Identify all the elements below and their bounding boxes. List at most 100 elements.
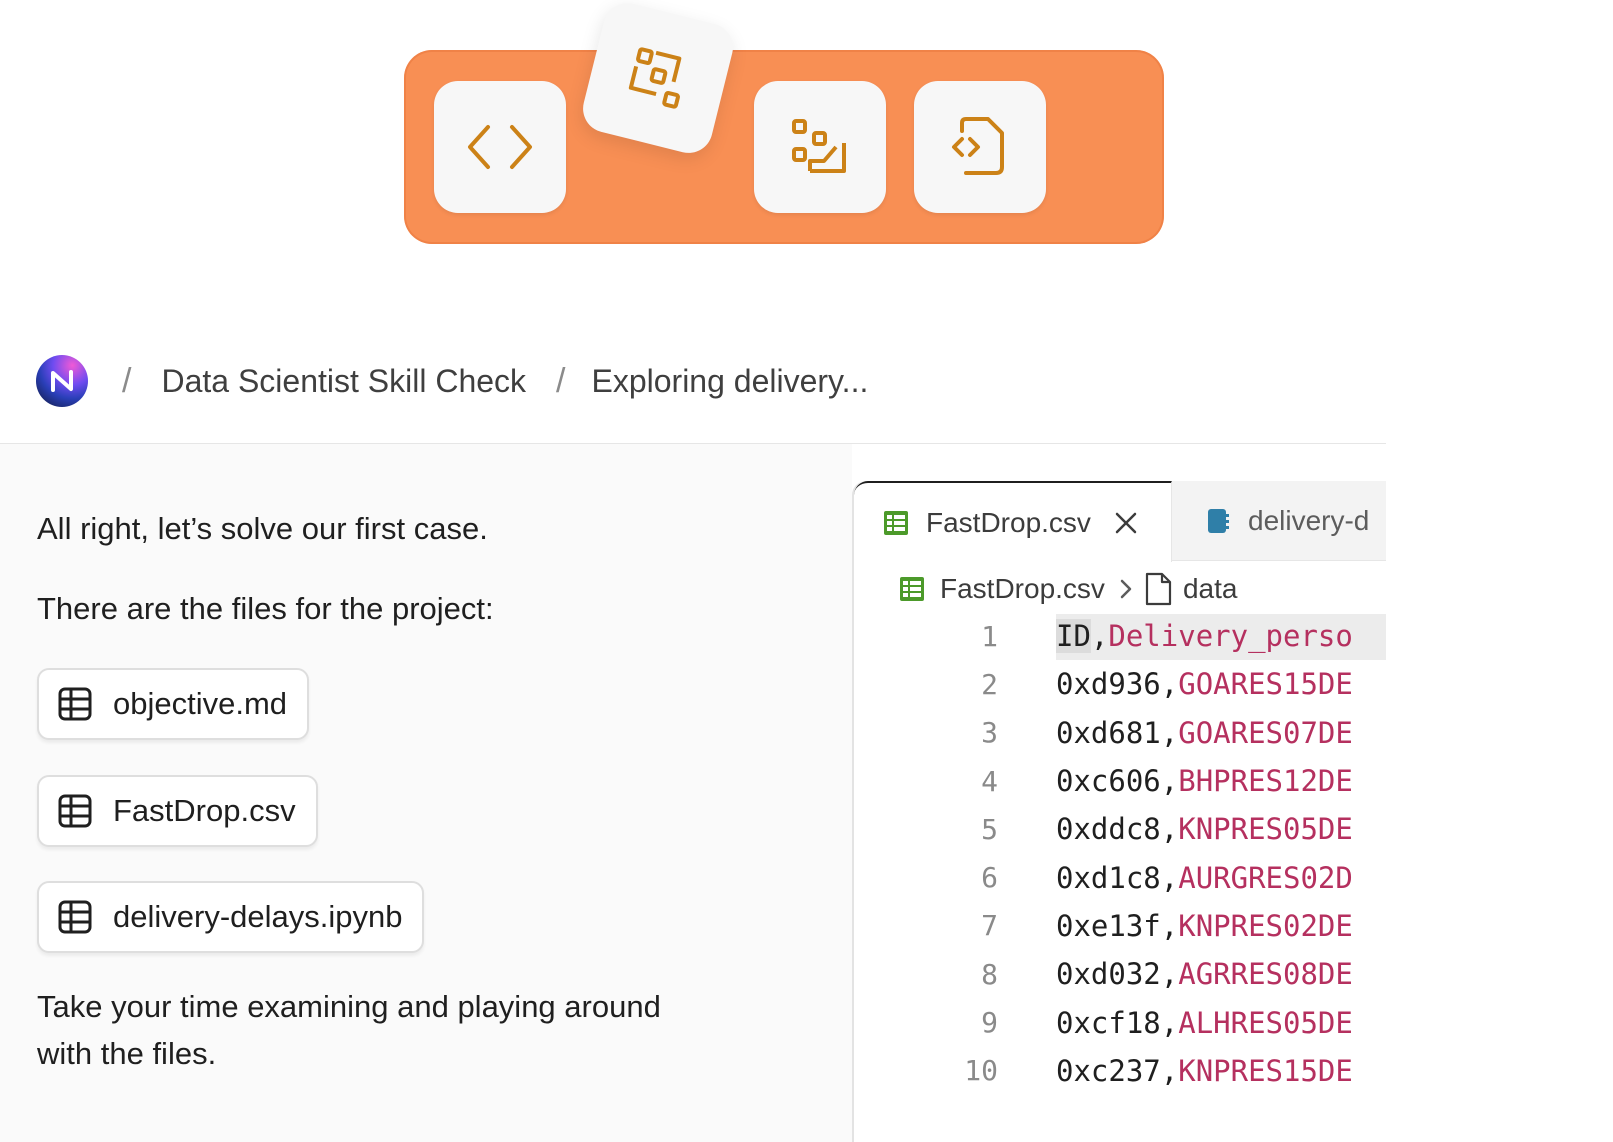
line-content: 0xddc8,KNPRES05DE (1056, 812, 1353, 846)
code-line[interactable]: 1 ID,Delivery_perso (854, 612, 1386, 660)
line-content: 0xd1c8,AURGRES02D (1056, 861, 1353, 895)
table-icon (58, 900, 92, 934)
table-icon (58, 687, 92, 721)
code-line[interactable]: 4 0xc606,BHPRES12DE (854, 757, 1386, 805)
line-number: 1 (981, 619, 998, 653)
breadcrumb-separator: / (122, 361, 132, 400)
files-intro-text: There are the files for the project: (37, 591, 494, 626)
line-content: 0xd936,GOARES15DE (1056, 667, 1353, 701)
line-number: 2 (981, 667, 998, 701)
file-chip-label: FastDrop.csv (113, 793, 296, 828)
csv-id-cell: 0xd681 (1056, 715, 1161, 750)
line-number: 8 (981, 957, 998, 991)
file-code-icon (952, 117, 1004, 175)
csv-value-cell: KNPRES05DE (1178, 812, 1353, 847)
code-line[interactable]: 6 0xd1c8,AURGRES02D (854, 853, 1386, 901)
line-content: ID,Delivery_perso (1056, 619, 1353, 654)
file-chip-label: delivery-delays.ipynb (113, 899, 403, 934)
tab-delivery-delays[interactable]: delivery-d (1176, 481, 1369, 561)
code-brackets-icon (468, 125, 532, 169)
csv-comma: , (1160, 1053, 1179, 1088)
csv-value-cell: AURGRES02D (1178, 860, 1353, 895)
code-line[interactable]: 2 0xd936,GOARES15DE (854, 660, 1386, 708)
spreadsheet-icon (884, 510, 908, 535)
tab-label: delivery-d (1248, 505, 1370, 536)
outro-text-line1: Take your time examining and playing aro… (37, 989, 661, 1024)
line-content: 0xd032,AGRRES08DE (1056, 957, 1353, 991)
csv-id-cell: 0xd1c8 (1056, 860, 1161, 895)
file-code-tool-button[interactable] (914, 81, 1046, 213)
line-content: 0xcf18,ALHRES05DE (1056, 1006, 1353, 1040)
line-number: 10 (964, 1054, 998, 1088)
csv-value-cell: KNPRES02DE (1178, 908, 1353, 943)
line-number: 5 (981, 812, 998, 846)
csv-value-cell: KNPRES15DE (1178, 1053, 1353, 1088)
file-path-bar: FastDrop.csv data (898, 569, 1237, 609)
table-icon (58, 794, 92, 828)
line-number: 9 (981, 1006, 998, 1040)
shapes-tool-button[interactable] (754, 81, 886, 213)
breadcrumb: / Data Scientist Skill Check / Exploring… (36, 354, 868, 408)
line-content: 0xd681,GOARES07DE (1056, 716, 1353, 750)
code-line[interactable]: 9 0xcf18,ALHRES05DE (854, 998, 1386, 1046)
code-lines: 1 ID,Delivery_perso 2 0xd936,GOARES15DE 3 0xd… (854, 612, 1386, 1095)
csv-id-cell: 0xddc8 (1056, 812, 1161, 847)
line-number: 7 (981, 909, 998, 943)
spreadsheet-icon (900, 577, 924, 601)
csv-comma: , (1160, 957, 1179, 992)
tab-fastdrop-csv[interactable]: FastDrop.csv (854, 481, 1172, 562)
n-logo-icon[interactable] (36, 355, 88, 407)
csv-id-cell: 0xc237 (1056, 1053, 1161, 1088)
csv-value-cell: BHPRES12DE (1178, 764, 1353, 799)
csv-comma: , (1160, 764, 1179, 799)
close-icon[interactable] (1113, 510, 1139, 536)
breadcrumb-course[interactable]: Data Scientist Skill Check (161, 363, 526, 400)
file-chip-label: objective.md (113, 686, 288, 721)
line-number: 4 (981, 764, 998, 798)
code-line[interactable]: 8 0xd032,AGRRES08DE (854, 950, 1386, 998)
csv-comma: , (1160, 667, 1179, 702)
csv-comma: , (1160, 1005, 1179, 1040)
csv-comma: , (1160, 860, 1179, 895)
csv-value-cell: GOARES07DE (1178, 715, 1353, 750)
line-content: 0xc606,BHPRES12DE (1056, 764, 1353, 798)
notebook-icon (1208, 509, 1229, 533)
path-file-name[interactable]: FastDrop.csv (940, 573, 1105, 605)
csv-id-cell: 0xe13f (1056, 908, 1161, 943)
file-editor: FastDrop.csv delivery-d FastDrop.csv dat (852, 481, 1386, 1142)
line-number: 3 (981, 716, 998, 750)
line-number: 6 (981, 861, 998, 895)
csv-comma: , (1090, 619, 1109, 654)
path-folder-name[interactable]: data (1183, 573, 1238, 605)
outro-text-line2: with the files. (37, 1036, 217, 1071)
csv-id-cell: ID (1056, 619, 1091, 654)
csv-comma: , (1160, 715, 1179, 750)
shapes-cluster-icon (628, 47, 682, 109)
csv-value-cell: Delivery_perso (1108, 619, 1353, 654)
breadcrumb-lesson[interactable]: Exploring delivery... (591, 363, 868, 400)
csv-value-cell: AGRRES08DE (1178, 957, 1353, 992)
shapes-path-icon (792, 119, 846, 173)
intro-text: All right, let’s solve our first case. (37, 511, 488, 546)
breadcrumb-separator: / (556, 361, 566, 400)
csv-id-cell: 0xc606 (1056, 764, 1161, 799)
csv-value-cell: GOARES15DE (1178, 667, 1353, 702)
document-icon (1145, 572, 1172, 606)
csv-value-cell: ALHRES05DE (1178, 1005, 1353, 1040)
code-line[interactable]: 5 0xddc8,KNPRES05DE (854, 805, 1386, 853)
csv-id-cell: 0xd936 (1056, 667, 1161, 702)
chevron-right-icon (1120, 579, 1132, 599)
line-content: 0xe13f,KNPRES02DE (1056, 909, 1353, 943)
csv-comma: , (1160, 812, 1179, 847)
tab-label: FastDrop.csv (926, 506, 1091, 538)
csv-id-cell: 0xd032 (1056, 957, 1161, 992)
file-chip-objective[interactable]: objective.md (37, 668, 310, 740)
code-line[interactable]: 10 0xc237,KNPRES15DE (854, 1047, 1386, 1095)
code-line[interactable]: 3 0xd681,GOARES07DE (854, 709, 1386, 757)
line-content: 0xc237,KNPRES15DE (1056, 1054, 1353, 1088)
code-line[interactable]: 7 0xe13f,KNPRES02DE (854, 902, 1386, 950)
file-chip-fastdrop[interactable]: FastDrop.csv (37, 775, 318, 847)
csv-id-cell: 0xcf18 (1056, 1005, 1161, 1040)
code-tool-button[interactable] (434, 81, 566, 213)
file-chip-delivery-delays[interactable]: delivery-delays.ipynb (37, 881, 425, 953)
